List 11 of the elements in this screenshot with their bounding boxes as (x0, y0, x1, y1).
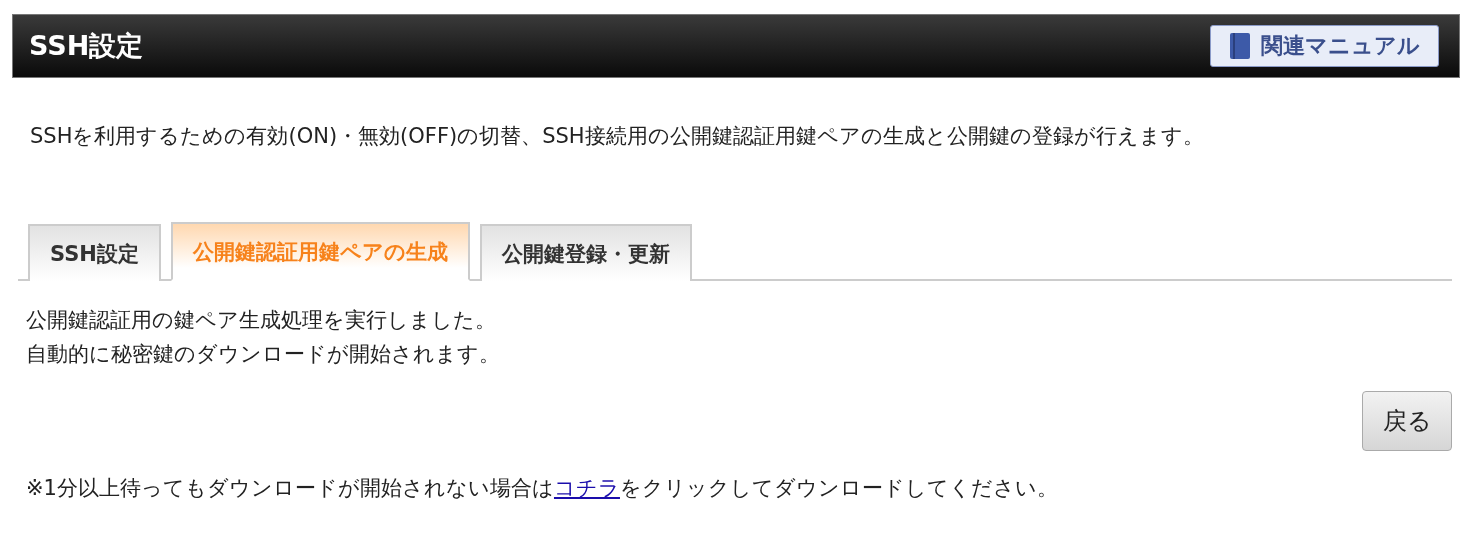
back-button[interactable]: 戻る (1362, 391, 1452, 451)
tab[interactable]: SSH設定 (28, 224, 161, 281)
download-link[interactable]: コチラ (553, 476, 620, 500)
download-note: ※1分以上待ってもダウンロードが開始されない場合は コチラ をクリックしてダウンロードしてください。 (26, 475, 1059, 502)
tab[interactable]: 公開鍵登録・更新 (479, 224, 692, 281)
page-title: SSH設定 (29, 29, 144, 63)
description-text: SSHを利用するための有効(ON)・無効(OFF)の切替、SSH接続用の公開鍵認証用鍵ペアの生成と公開鍵の登録が行えます。 (30, 123, 1205, 150)
manual-button[interactable]: 関連マニュアル (1210, 25, 1439, 67)
status-message: 公開鍵認証用の鍵ペア生成処理を実行しました。 (26, 307, 497, 334)
status-message: 自動的に秘密鍵のダウンロードが開始されます。 (26, 341, 501, 368)
book-icon (1229, 32, 1251, 60)
